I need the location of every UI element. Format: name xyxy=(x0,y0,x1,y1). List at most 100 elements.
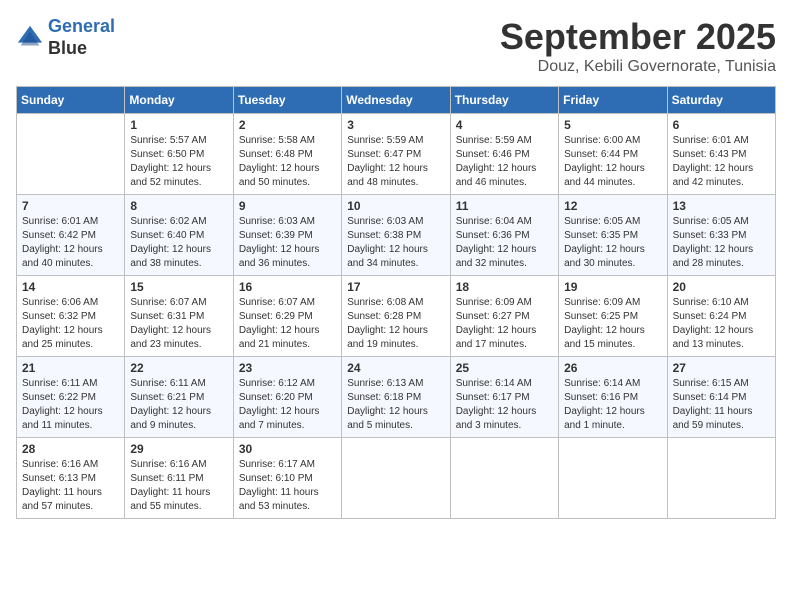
day-info: Sunrise: 6:11 AM Sunset: 6:21 PM Dayligh… xyxy=(130,377,227,433)
day-number: 13 xyxy=(673,199,770,213)
calendar-table: SundayMondayTuesdayWednesdayThursdayFrid… xyxy=(16,86,776,519)
day-info: Sunrise: 6:07 AM Sunset: 6:31 PM Dayligh… xyxy=(130,296,227,352)
calendar-cell: 20 Sunrise: 6:10 AM Sunset: 6:24 PM Dayli… xyxy=(667,276,775,357)
header-row: SundayMondayTuesdayWednesdayThursdayFrid… xyxy=(17,87,776,114)
logo: General Blue xyxy=(16,16,115,59)
day-info: Sunrise: 6:05 AM Sunset: 6:33 PM Dayligh… xyxy=(673,215,770,271)
day-number: 3 xyxy=(347,118,444,132)
day-number: 11 xyxy=(456,199,553,213)
calendar-cell: 1Sunrise: 5:57 AM Sunset: 6:50 PM Daylig… xyxy=(125,114,233,195)
calendar-cell: 2 Sunrise: 5:58 AM Sunset: 6:48 PM Daylig… xyxy=(233,114,341,195)
day-number: 15 xyxy=(130,280,227,294)
day-number: 4 xyxy=(456,118,553,132)
day-info: Sunrise: 6:10 AM Sunset: 6:24 PM Dayligh… xyxy=(673,296,770,352)
day-info: Sunrise: 6:01 AM Sunset: 6:42 PM Dayligh… xyxy=(22,215,119,271)
week-row-1: 1Sunrise: 5:57 AM Sunset: 6:50 PM Daylig… xyxy=(17,114,776,195)
week-row-5: 28 Sunrise: 6:16 AM Sunset: 6:13 PM Dayli… xyxy=(17,438,776,519)
calendar-cell: 21 Sunrise: 6:11 AM Sunset: 6:22 PM Dayli… xyxy=(17,357,125,438)
day-number: 27 xyxy=(673,361,770,375)
calendar-cell: 12 Sunrise: 6:05 AM Sunset: 6:35 PM Dayli… xyxy=(559,195,667,276)
page-subtitle: Douz, Kebili Governorate, Tunisia xyxy=(500,58,776,76)
calendar-cell: 22 Sunrise: 6:11 AM Sunset: 6:21 PM Dayli… xyxy=(125,357,233,438)
calendar-cell: 25 Sunrise: 6:14 AM Sunset: 6:17 PM Dayli… xyxy=(450,357,558,438)
day-number: 26 xyxy=(564,361,661,375)
day-number: 9 xyxy=(239,199,336,213)
day-info: Sunrise: 6:04 AM Sunset: 6:36 PM Dayligh… xyxy=(456,215,553,271)
day-number: 30 xyxy=(239,442,336,456)
day-number: 17 xyxy=(347,280,444,294)
day-info: Sunrise: 6:16 AM Sunset: 6:11 PM Dayligh… xyxy=(130,458,227,514)
day-number: 8 xyxy=(130,199,227,213)
day-info: Sunrise: 6:11 AM Sunset: 6:22 PM Dayligh… xyxy=(22,377,119,433)
calendar-cell: 8 Sunrise: 6:02 AM Sunset: 6:40 PM Daylig… xyxy=(125,195,233,276)
day-info: Sunrise: 6:01 AM Sunset: 6:43 PM Dayligh… xyxy=(673,134,770,190)
day-info: Sunrise: 6:03 AM Sunset: 6:38 PM Dayligh… xyxy=(347,215,444,271)
day-info: Sunrise: 6:17 AM Sunset: 6:10 PM Dayligh… xyxy=(239,458,336,514)
day-number: 2 xyxy=(239,118,336,132)
day-info: Sunrise: 6:08 AM Sunset: 6:28 PM Dayligh… xyxy=(347,296,444,352)
calendar-cell: 26 Sunrise: 6:14 AM Sunset: 6:16 PM Dayli… xyxy=(559,357,667,438)
day-number: 16 xyxy=(239,280,336,294)
calendar-cell: 7 Sunrise: 6:01 AM Sunset: 6:42 PM Daylig… xyxy=(17,195,125,276)
calendar-cell: 23Sunrise: 6:12 AM Sunset: 6:20 PM Dayli… xyxy=(233,357,341,438)
day-info: Sunrise: 5:59 AM Sunset: 6:47 PM Dayligh… xyxy=(347,134,444,190)
day-number: 7 xyxy=(22,199,119,213)
calendar-cell: 11 Sunrise: 6:04 AM Sunset: 6:36 PM Dayli… xyxy=(450,195,558,276)
column-header-thursday: Thursday xyxy=(450,87,558,114)
day-number: 28 xyxy=(22,442,119,456)
day-number: 20 xyxy=(673,280,770,294)
calendar-cell xyxy=(450,438,558,519)
column-header-friday: Friday xyxy=(559,87,667,114)
day-info: Sunrise: 6:07 AM Sunset: 6:29 PM Dayligh… xyxy=(239,296,336,352)
day-info: Sunrise: 6:03 AM Sunset: 6:39 PM Dayligh… xyxy=(239,215,336,271)
week-row-4: 21 Sunrise: 6:11 AM Sunset: 6:22 PM Dayli… xyxy=(17,357,776,438)
day-info: Sunrise: 5:59 AM Sunset: 6:46 PM Dayligh… xyxy=(456,134,553,190)
day-number: 14 xyxy=(22,280,119,294)
calendar-cell: 9 Sunrise: 6:03 AM Sunset: 6:39 PM Daylig… xyxy=(233,195,341,276)
calendar-cell xyxy=(559,438,667,519)
calendar-cell: 4 Sunrise: 5:59 AM Sunset: 6:46 PM Daylig… xyxy=(450,114,558,195)
calendar-cell: 6 Sunrise: 6:01 AM Sunset: 6:43 PM Daylig… xyxy=(667,114,775,195)
column-header-saturday: Saturday xyxy=(667,87,775,114)
day-info: Sunrise: 5:58 AM Sunset: 6:48 PM Dayligh… xyxy=(239,134,336,190)
calendar-cell: 30 Sunrise: 6:17 AM Sunset: 6:10 PM Dayli… xyxy=(233,438,341,519)
day-info: Sunrise: 6:00 AM Sunset: 6:44 PM Dayligh… xyxy=(564,134,661,190)
day-info: Sunrise: 6:09 AM Sunset: 6:27 PM Dayligh… xyxy=(456,296,553,352)
day-number: 6 xyxy=(673,118,770,132)
calendar-cell: 10 Sunrise: 6:03 AM Sunset: 6:38 PM Dayli… xyxy=(342,195,450,276)
day-info: Sunrise: 6:14 AM Sunset: 6:17 PM Dayligh… xyxy=(456,377,553,433)
day-info: Sunrise: 6:02 AM Sunset: 6:40 PM Dayligh… xyxy=(130,215,227,271)
day-number: 10 xyxy=(347,199,444,213)
day-info: Sunrise: 6:05 AM Sunset: 6:35 PM Dayligh… xyxy=(564,215,661,271)
calendar-cell: 5 Sunrise: 6:00 AM Sunset: 6:44 PM Daylig… xyxy=(559,114,667,195)
day-number: 18 xyxy=(456,280,553,294)
logo-text: General Blue xyxy=(48,16,115,59)
week-row-3: 14Sunrise: 6:06 AM Sunset: 6:32 PM Dayli… xyxy=(17,276,776,357)
calendar-cell: 29 Sunrise: 6:16 AM Sunset: 6:11 PM Dayli… xyxy=(125,438,233,519)
day-number: 29 xyxy=(130,442,227,456)
calendar-cell: 14Sunrise: 6:06 AM Sunset: 6:32 PM Dayli… xyxy=(17,276,125,357)
day-number: 22 xyxy=(130,361,227,375)
calendar-cell: 3 Sunrise: 5:59 AM Sunset: 6:47 PM Daylig… xyxy=(342,114,450,195)
day-number: 24 xyxy=(347,361,444,375)
day-number: 21 xyxy=(22,361,119,375)
column-header-wednesday: Wednesday xyxy=(342,87,450,114)
column-header-monday: Monday xyxy=(125,87,233,114)
title-section: September 2025 Douz, Kebili Governorate,… xyxy=(500,16,776,76)
day-number: 5 xyxy=(564,118,661,132)
header: General Blue September 2025 Douz, Kebili… xyxy=(16,16,776,76)
calendar-cell: 28 Sunrise: 6:16 AM Sunset: 6:13 PM Dayli… xyxy=(17,438,125,519)
day-number: 25 xyxy=(456,361,553,375)
day-number: 12 xyxy=(564,199,661,213)
day-number: 19 xyxy=(564,280,661,294)
calendar-cell: 19 Sunrise: 6:09 AM Sunset: 6:25 PM Dayli… xyxy=(559,276,667,357)
page-title: September 2025 xyxy=(500,16,776,58)
day-info: Sunrise: 6:09 AM Sunset: 6:25 PM Dayligh… xyxy=(564,296,661,352)
day-info: Sunrise: 6:12 AM Sunset: 6:20 PM Dayligh… xyxy=(239,377,336,433)
day-info: Sunrise: 6:14 AM Sunset: 6:16 PM Dayligh… xyxy=(564,377,661,433)
logo-icon xyxy=(16,24,44,52)
calendar-cell: 16 Sunrise: 6:07 AM Sunset: 6:29 PM Dayli… xyxy=(233,276,341,357)
day-info: Sunrise: 6:13 AM Sunset: 6:18 PM Dayligh… xyxy=(347,377,444,433)
calendar-cell xyxy=(342,438,450,519)
day-info: Sunrise: 6:16 AM Sunset: 6:13 PM Dayligh… xyxy=(22,458,119,514)
